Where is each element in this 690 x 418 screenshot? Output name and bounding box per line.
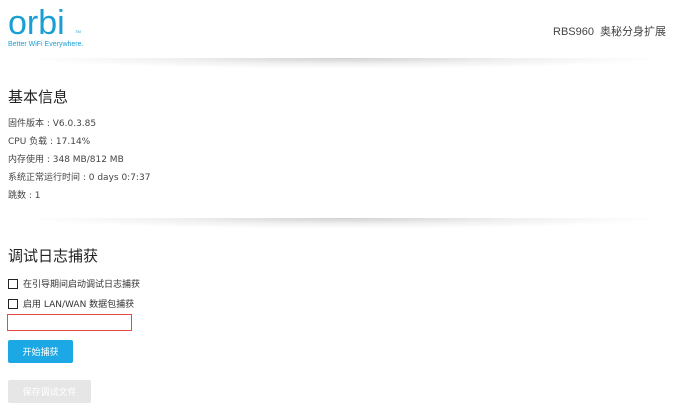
brand-wordmark: orbi bbox=[8, 4, 65, 40]
orbi-logo-mark: orbi TM bbox=[8, 4, 81, 40]
boot-capture-option[interactable]: 在引导期间启动调试日志捕获 bbox=[8, 277, 140, 290]
lan-wan-capture-checkbox[interactable] bbox=[8, 298, 18, 309]
basic-info-title: 基本信息 bbox=[8, 88, 69, 106]
device-info: RBS960 奥秘分身扩展 bbox=[553, 23, 666, 39]
hop-count: 跳数 : 1 bbox=[8, 191, 41, 201]
model-name: RBS960 bbox=[553, 26, 594, 38]
start-capture-button[interactable]: 开始捕获 bbox=[8, 340, 73, 363]
orbi-logo: orbi TM Better WiFi Everywhere. bbox=[8, 4, 98, 54]
section-divider bbox=[40, 218, 650, 228]
page-header: orbi TM Better WiFi Everywhere. RBS960 奥秘… bbox=[0, 0, 690, 58]
firmware-version: 固件版本 : V6.0.3.85 bbox=[8, 119, 97, 129]
lan-wan-capture-label: 启用 LAN/WAN 数据包捕获 bbox=[23, 300, 135, 310]
debug-log-title: 调试日志捕获 bbox=[8, 247, 99, 265]
boot-capture-label: 在引导期间启动调试日志捕获 bbox=[23, 280, 141, 290]
lan-wan-capture-option[interactable]: 启用 LAN/WAN 数据包捕获 bbox=[8, 297, 134, 310]
system-uptime: 系统正常运行时间 : 0 days 0:7:37 bbox=[8, 173, 151, 183]
capture-input-field[interactable] bbox=[7, 314, 132, 331]
brand-tagline: Better WiFi Everywhere. bbox=[8, 41, 84, 48]
boot-capture-checkbox[interactable] bbox=[8, 278, 18, 289]
trademark-mark: TM bbox=[75, 29, 81, 34]
memory-usage: 内存使用 : 348 MB/812 MB bbox=[8, 155, 124, 165]
header-divider bbox=[40, 58, 650, 68]
device-label: 奥秘分身扩展 bbox=[600, 25, 666, 38]
cpu-load: CPU 负载 : 17.14% bbox=[8, 137, 91, 147]
save-debug-file-button[interactable]: 保存调试文件 bbox=[8, 380, 91, 403]
